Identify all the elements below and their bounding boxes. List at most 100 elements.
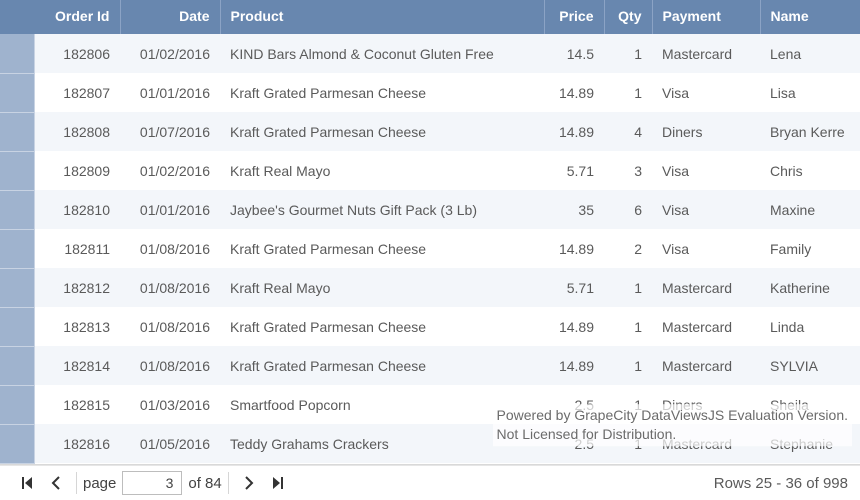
col-header-qty[interactable]: Qty: [604, 0, 652, 34]
cell-price: 14.5: [544, 34, 604, 73]
cell-qty: 1: [604, 424, 652, 463]
cell-product: KIND Bars Almond & Coconut Gluten Free: [220, 34, 544, 73]
row-selector-cell[interactable]: [0, 229, 34, 268]
cell-name: Chris: [760, 151, 860, 190]
table-row[interactable]: 18281301/08/2016Kraft Grated Parmesan Ch…: [0, 307, 860, 346]
cell-qty: 1: [604, 34, 652, 73]
cell-qty: 1: [604, 307, 652, 346]
row-selector-cell[interactable]: [0, 307, 34, 346]
col-header-order-id[interactable]: Order Id: [34, 0, 120, 34]
row-selector-cell[interactable]: [0, 112, 34, 151]
row-selector-cell[interactable]: [0, 190, 34, 229]
cell-date: 01/07/2016: [120, 112, 220, 151]
table-row[interactable]: 18281401/08/2016Kraft Grated Parmesan Ch…: [0, 346, 860, 385]
cell-name: Lena: [760, 34, 860, 73]
cell-price: 14.89: [544, 73, 604, 112]
col-header-product[interactable]: Product: [220, 0, 544, 34]
cell-name: Stephanie: [760, 424, 860, 463]
cell-price: 5.71: [544, 151, 604, 190]
cell-order-id: 182811: [34, 229, 120, 268]
cell-order-id: 182815: [34, 385, 120, 424]
row-selector-cell[interactable]: [0, 346, 34, 385]
cell-product: Jaybee's Gourmet Nuts Gift Pack (3 Lb): [220, 190, 544, 229]
cell-payment: Visa: [652, 151, 760, 190]
cell-price: 14.89: [544, 346, 604, 385]
pager-separator: [76, 472, 77, 494]
cell-product: Kraft Real Mayo: [220, 268, 544, 307]
header-row: Order Id Date Product Price Qty Payment …: [0, 0, 860, 34]
cell-product: Kraft Grated Parmesan Cheese: [220, 73, 544, 112]
cell-payment: Visa: [652, 229, 760, 268]
cell-qty: 6: [604, 190, 652, 229]
cell-product: Smartfood Popcorn: [220, 385, 544, 424]
row-selector-cell[interactable]: [0, 424, 34, 463]
cell-price: 2.5: [544, 385, 604, 424]
cell-qty: 3: [604, 151, 652, 190]
row-selector-header[interactable]: [0, 0, 34, 34]
cell-payment: Visa: [652, 190, 760, 229]
cell-date: 01/03/2016: [120, 385, 220, 424]
col-header-price[interactable]: Price: [544, 0, 604, 34]
cell-date: 01/08/2016: [120, 307, 220, 346]
cell-name: Maxine: [760, 190, 860, 229]
table-row[interactable]: 18281501/03/2016Smartfood Popcorn2.51Din…: [0, 385, 860, 424]
cell-name: Bryan Kerre: [760, 112, 860, 151]
table-row[interactable]: 18280801/07/2016Kraft Grated Parmesan Ch…: [0, 112, 860, 151]
cell-date: 01/08/2016: [120, 268, 220, 307]
cell-date: 01/02/2016: [120, 34, 220, 73]
cell-name: Family: [760, 229, 860, 268]
row-selector-cell[interactable]: [0, 385, 34, 424]
orders-table: Order Id Date Product Price Qty Payment …: [0, 0, 860, 464]
cell-price: 14.89: [544, 229, 604, 268]
cell-order-id: 182807: [34, 73, 120, 112]
table-row[interactable]: 18281201/08/2016Kraft Real Mayo5.711Mast…: [0, 268, 860, 307]
table-row[interactable]: 18280701/01/2016Kraft Grated Parmesan Ch…: [0, 73, 860, 112]
cell-product: Kraft Grated Parmesan Cheese: [220, 307, 544, 346]
cell-order-id: 182814: [34, 346, 120, 385]
cell-payment: Mastercard: [652, 346, 760, 385]
page-label: page: [83, 475, 116, 492]
cell-order-id: 182810: [34, 190, 120, 229]
last-page-icon: [271, 476, 285, 490]
cell-date: 01/08/2016: [120, 229, 220, 268]
cell-product: Kraft Grated Parmesan Cheese: [220, 112, 544, 151]
cell-qty: 1: [604, 73, 652, 112]
table-row[interactable]: 18281101/08/2016Kraft Grated Parmesan Ch…: [0, 229, 860, 268]
cell-date: 01/01/2016: [120, 73, 220, 112]
cell-name: Katherine: [760, 268, 860, 307]
cell-product: Kraft Grated Parmesan Cheese: [220, 229, 544, 268]
cell-payment: Mastercard: [652, 307, 760, 346]
data-grid[interactable]: Order Id Date Product Price Qty Payment …: [0, 0, 860, 465]
chevron-right-icon: [243, 476, 255, 490]
cell-date: 01/01/2016: [120, 190, 220, 229]
row-selector-cell[interactable]: [0, 151, 34, 190]
chevron-left-icon: [50, 476, 62, 490]
page-number-input[interactable]: [122, 471, 182, 495]
table-row[interactable]: 18280601/02/2016KIND Bars Almond & Cocon…: [0, 34, 860, 73]
cell-payment: Mastercard: [652, 34, 760, 73]
cell-payment: Visa: [652, 73, 760, 112]
cell-date: 01/05/2016: [120, 424, 220, 463]
table-row[interactable]: 18281001/01/2016Jaybee's Gourmet Nuts Gi…: [0, 190, 860, 229]
col-header-name[interactable]: Name: [760, 0, 860, 34]
cell-qty: 1: [604, 385, 652, 424]
cell-qty: 4: [604, 112, 652, 151]
prev-page-button[interactable]: [42, 472, 70, 494]
cell-price: 5.71: [544, 268, 604, 307]
cell-order-id: 182809: [34, 151, 120, 190]
col-header-date[interactable]: Date: [120, 0, 220, 34]
row-selector-cell[interactable]: [0, 34, 34, 73]
col-header-payment[interactable]: Payment: [652, 0, 760, 34]
cell-name: Linda: [760, 307, 860, 346]
table-row[interactable]: 18280901/02/2016Kraft Real Mayo5.713Visa…: [0, 151, 860, 190]
page-total-label: of 84: [188, 475, 221, 492]
first-page-button[interactable]: [12, 472, 42, 494]
row-selector-cell[interactable]: [0, 268, 34, 307]
cell-order-id: 182806: [34, 34, 120, 73]
cell-name: SYLVIA: [760, 346, 860, 385]
cell-order-id: 182808: [34, 112, 120, 151]
next-page-button[interactable]: [235, 472, 263, 494]
last-page-button[interactable]: [263, 472, 293, 494]
row-selector-cell[interactable]: [0, 73, 34, 112]
table-row[interactable]: 18281601/05/2016Teddy Grahams Crackers2.…: [0, 424, 860, 463]
